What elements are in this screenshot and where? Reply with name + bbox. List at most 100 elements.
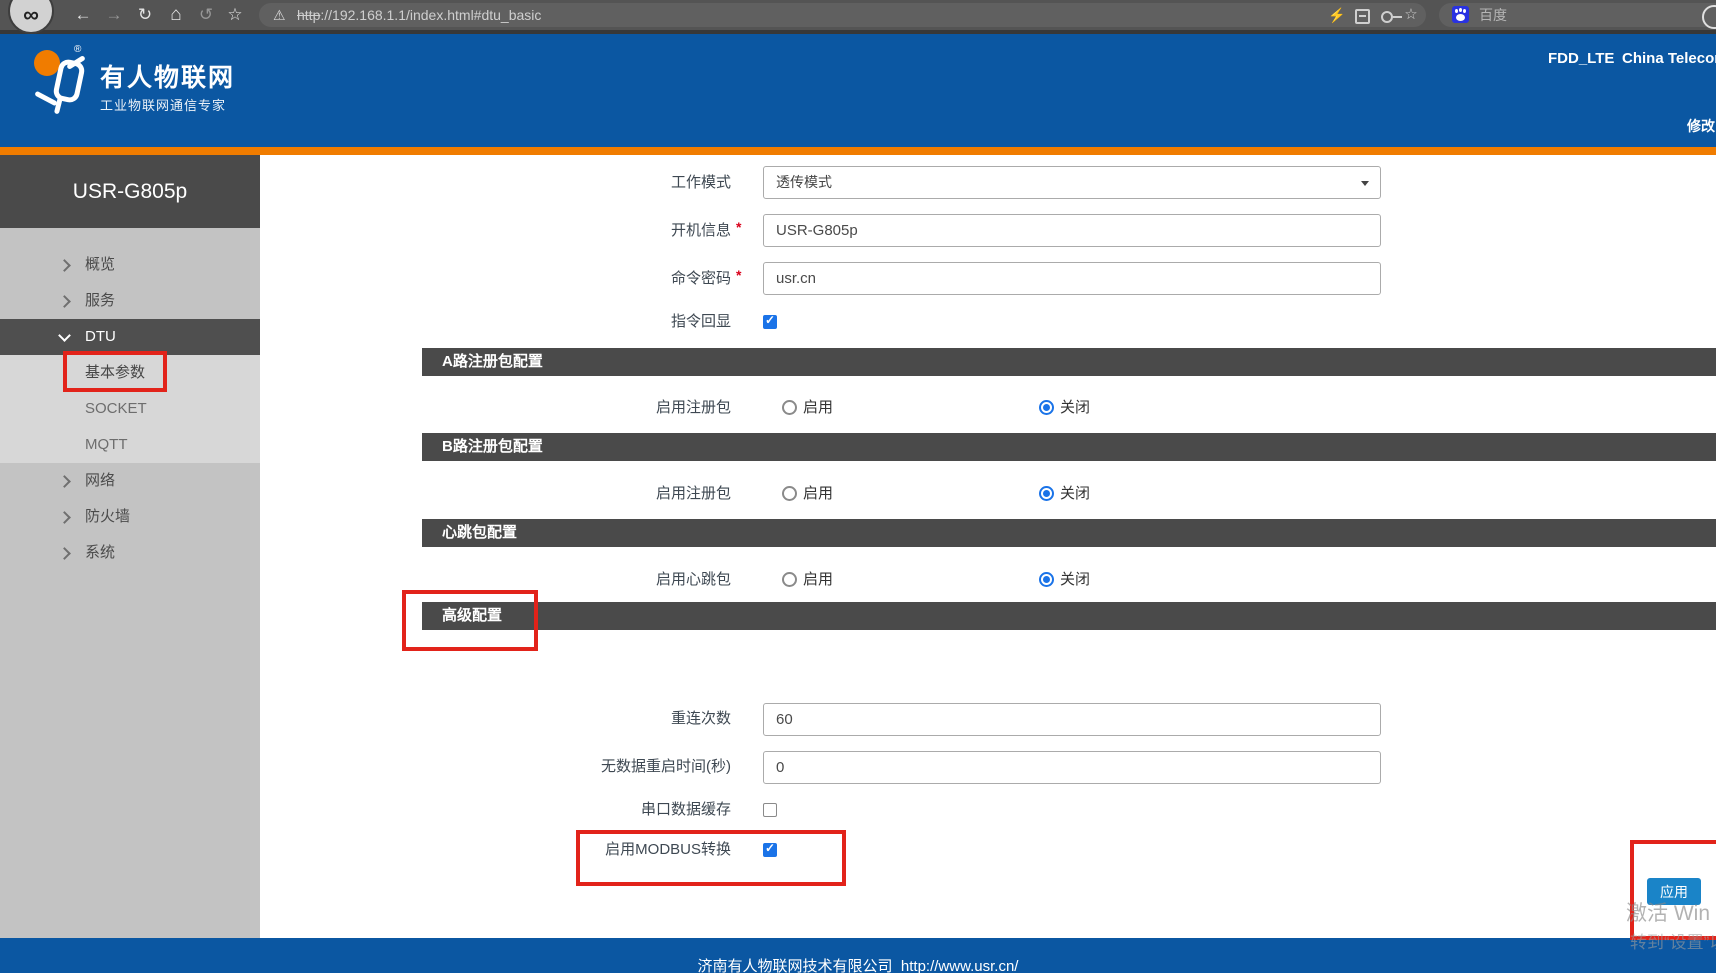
cmd-echo-checkbox[interactable] — [763, 315, 777, 329]
sidebar-item-socket[interactable]: SOCKET — [0, 391, 260, 427]
windows-activation-watermark: 激活 Win — [1626, 897, 1710, 927]
reg-a-enable-radio[interactable] — [782, 400, 797, 415]
app-header: ® 有人物联网 工业物联网通信专家 FDD_LTE China Telecom … — [0, 34, 1716, 147]
browser-avatar-icon[interactable]: ∞ — [8, 0, 54, 34]
annotation-box-basic-params — [63, 351, 167, 392]
work-mode-label: 工作模式 — [391, 173, 731, 193]
heartbeat-enable-option[interactable]: 启用 — [803, 570, 833, 590]
header-accent-line — [0, 147, 1716, 155]
chevron-right-icon — [58, 295, 71, 308]
modify-link[interactable]: 修改 — [1687, 116, 1715, 136]
section-header-advanced: 高级配置 — [422, 602, 1716, 630]
heartbeat-enable-radio[interactable] — [782, 572, 797, 587]
bookmark-star-icon[interactable]: ☆ — [222, 2, 248, 28]
history-icon[interactable]: ↺ — [193, 2, 219, 28]
operator-badge: China Telecom — [1622, 50, 1716, 67]
sidebar-item-label: DTU — [85, 328, 116, 345]
back-icon[interactable]: ← — [70, 2, 96, 28]
footer-company: 济南有人物联网技术有限公司 — [698, 958, 893, 973]
annotation-box-modbus — [576, 830, 846, 886]
reload-icon[interactable]: ↻ — [132, 2, 158, 28]
home-icon[interactable]: ⌂ — [163, 2, 189, 28]
forward-icon[interactable]: → — [101, 2, 127, 28]
reg-b-enable-option[interactable]: 启用 — [803, 484, 833, 504]
no-data-restart-label: 无数据重启时间(秒) — [391, 757, 731, 777]
footer-text: 济南有人物联网技术有限公司 http://www.usr.cn/ — [0, 955, 1716, 973]
sidebar-item-mqtt[interactable]: MQTT — [0, 427, 260, 463]
brand-title: 有人物联网 — [100, 58, 235, 94]
sidebar: USR-G805p 概览 服务 DTU 基本参数 SOCKET MQTT 网络 … — [0, 155, 260, 938]
logo-head-shape — [34, 50, 60, 76]
heartbeat-enable-label: 启用心跳包 — [391, 570, 731, 590]
url-rest: ://192.168.1.1/index.html#dtu_basic — [320, 7, 541, 23]
address-bar[interactable]: ⚠ http://192.168.1.1/index.html#dtu_basi… — [259, 3, 1426, 27]
not-secure-warning-icon[interactable]: ⚠ — [273, 3, 286, 27]
reconnect-times-label: 重连次数 — [391, 709, 731, 729]
chevron-down-icon — [1361, 181, 1369, 186]
cmd-echo-label: 指令回显 — [391, 312, 731, 332]
favorite-star-icon[interactable]: ☆ — [1401, 3, 1421, 27]
sidebar-item-dtu[interactable]: DTU — [0, 319, 260, 355]
chevron-right-icon — [58, 511, 71, 524]
sidebar-item-label: 概览 — [85, 256, 115, 273]
chevron-right-icon — [58, 259, 71, 272]
screenshot-frame-icon[interactable] — [1355, 9, 1370, 24]
device-title: USR-G805p — [0, 155, 260, 228]
reg-b-enable-radio[interactable] — [782, 486, 797, 501]
browser-toolbar: ∞ ← → ↻ ⌂ ↺ ☆ ⚠ http://192.168.1.1/index… — [0, 0, 1716, 34]
logo-leg-shape — [54, 96, 63, 115]
sidebar-item-network[interactable]: 网络 — [0, 463, 260, 499]
section-header-reg-a: A路注册包配置 — [422, 348, 1716, 376]
brand-slogan: 工业物联网通信专家 — [100, 95, 226, 114]
baidu-paw-icon — [1452, 6, 1469, 23]
reg-b-enable-label: 启用注册包 — [391, 484, 731, 504]
annotation-box-advanced — [402, 590, 538, 651]
sidebar-item-label: 防火墙 — [85, 508, 130, 525]
password-key-icon[interactable] — [1381, 11, 1393, 23]
reg-a-enable-label: 启用注册包 — [391, 398, 731, 418]
footer: 济南有人物联网技术有限公司 http://www.usr.cn/ — [0, 938, 1716, 973]
section-header-heartbeat: 心跳包配置 — [422, 519, 1716, 547]
sidebar-item-service[interactable]: 服务 — [0, 283, 260, 319]
logo-person-icon: ® — [34, 44, 90, 116]
url-text[interactable]: http://192.168.1.1/index.html#dtu_basic — [297, 3, 541, 27]
serial-cache-label: 串口数据缓存 — [391, 800, 731, 820]
chevron-right-icon — [58, 475, 71, 488]
required-asterisk: * — [736, 219, 748, 235]
boot-info-input[interactable] — [763, 214, 1381, 247]
url-scheme-struck: http — [297, 7, 320, 23]
sidebar-item-label: 网络 — [85, 472, 115, 489]
boot-info-label: 开机信息 — [391, 221, 731, 241]
cmd-password-label: 命令密码 — [391, 269, 731, 289]
reg-b-disable-radio[interactable] — [1039, 486, 1054, 501]
chevron-right-icon — [58, 547, 71, 560]
registered-mark: ® — [74, 44, 81, 55]
search-box[interactable]: 百度 — [1439, 3, 1716, 27]
required-asterisk: * — [736, 267, 748, 283]
reg-a-enable-option[interactable]: 启用 — [803, 398, 833, 418]
flash-icon[interactable]: ⚡ — [1327, 3, 1347, 27]
reg-a-disable-radio[interactable] — [1039, 400, 1054, 415]
sidebar-item-overview[interactable]: 概览 — [0, 247, 260, 283]
search-engine-label: 百度 — [1479, 3, 1507, 27]
section-header-reg-b: B路注册包配置 — [422, 433, 1716, 461]
cmd-password-input[interactable] — [763, 262, 1381, 295]
heartbeat-disable-option[interactable]: 关闭 — [1060, 570, 1090, 590]
reconnect-times-input[interactable] — [763, 703, 1381, 736]
sidebar-item-label: 系统 — [85, 544, 115, 561]
reg-b-disable-option[interactable]: 关闭 — [1060, 484, 1090, 504]
work-mode-value: 透传模式 — [776, 174, 832, 190]
sidebar-item-firewall[interactable]: 防火墙 — [0, 499, 260, 535]
work-mode-select[interactable]: 透传模式 — [763, 166, 1381, 199]
windows-activation-watermark-line2: 转到“设置”以激活 — [1630, 928, 1716, 953]
sidebar-item-system[interactable]: 系统 — [0, 535, 260, 571]
serial-cache-checkbox[interactable] — [763, 803, 777, 817]
chevron-down-icon — [58, 329, 71, 342]
reg-a-disable-option[interactable]: 关闭 — [1060, 398, 1090, 418]
heartbeat-disable-radio[interactable] — [1039, 572, 1054, 587]
footer-url[interactable]: http://www.usr.cn/ — [901, 958, 1019, 973]
network-type-badge: FDD_LTE — [1548, 50, 1614, 67]
sidebar-item-label: 服务 — [85, 292, 115, 309]
screen: ∞ ← → ↻ ⌂ ↺ ☆ ⚠ http://192.168.1.1/index… — [0, 0, 1716, 973]
no-data-restart-input[interactable] — [763, 751, 1381, 784]
